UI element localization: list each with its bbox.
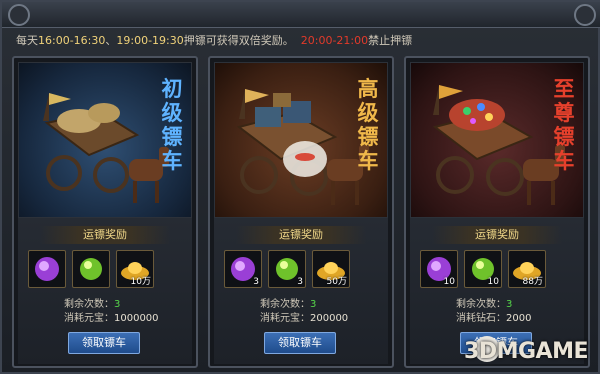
reward-slot[interactable]: 10万	[116, 250, 154, 288]
green-orb-icon	[80, 258, 102, 280]
remaining-count: 剩余次数：3	[64, 299, 121, 310]
reward-slot[interactable]: 3	[268, 250, 306, 288]
cart-illustration: 高级镖车	[214, 62, 388, 218]
ornament-icon	[8, 4, 30, 26]
cart-tier-title: 至尊镖车	[553, 76, 575, 173]
reward-items: 3 3 50万	[224, 250, 384, 292]
claim-cart-button[interactable]: 领取镖车	[264, 332, 336, 354]
reward-slot[interactable]	[28, 250, 66, 288]
escort-card-basic: 初级镖车 运镖奖励 10万 剩余次数：3 消耗元宝：1000000 领取镖车	[12, 56, 198, 368]
reward-slot[interactable]: 10	[464, 250, 502, 288]
double-reward-notice: 每天16:00-16:30、19:00-19:30押镖可获得双倍奖励。 20:0…	[16, 34, 413, 47]
event-window: 每天16:00-16:30、19:00-19:30押镖可获得双倍奖励。 20:0…	[0, 0, 600, 374]
reward-section-title: 运镖奖励	[40, 226, 170, 244]
reward-slot[interactable]	[72, 250, 110, 288]
reward-section-title: 运镖奖励	[432, 226, 562, 244]
claim-cart-button[interactable]: 领取镖车	[68, 332, 140, 354]
reward-slot[interactable]: 10	[420, 250, 458, 288]
cart-illustration: 至尊镖车	[410, 62, 584, 218]
purple-crystal-icon	[35, 257, 59, 281]
escort-card-advanced: 高级镖车 运镖奖励 3 3 50万 剩余次数：3 消耗元宝：200000 领取镖…	[208, 56, 394, 368]
remaining-count: 剩余次数：3	[260, 299, 317, 310]
window-top-bar	[2, 2, 600, 28]
cost-line: 消耗元宝：1000000	[64, 313, 159, 324]
escort-card-supreme: 至尊镖车 运镖奖励 10 10 88万 剩余次数：3 消耗钻石：2000	[404, 56, 590, 368]
cart-tier-title: 初级镖车	[161, 76, 183, 173]
cost-line: 消耗元宝：200000	[260, 313, 349, 324]
cost-line: 消耗钻石：2000	[456, 313, 532, 324]
cart-tier-title: 高级镖车	[357, 76, 379, 173]
reward-items: 10万	[28, 250, 188, 292]
reward-slot[interactable]: 88万	[508, 250, 546, 288]
reward-section-title: 运镖奖励	[236, 226, 366, 244]
reward-slot[interactable]: 50万	[312, 250, 350, 288]
reward-items: 10 10 88万	[420, 250, 580, 292]
watermark: 3DMGAME	[464, 339, 588, 364]
reward-slot[interactable]: 3	[224, 250, 262, 288]
ornament-icon	[574, 4, 596, 26]
cart-illustration: 初级镖车	[18, 62, 192, 218]
remaining-count: 剩余次数：3	[456, 299, 513, 310]
